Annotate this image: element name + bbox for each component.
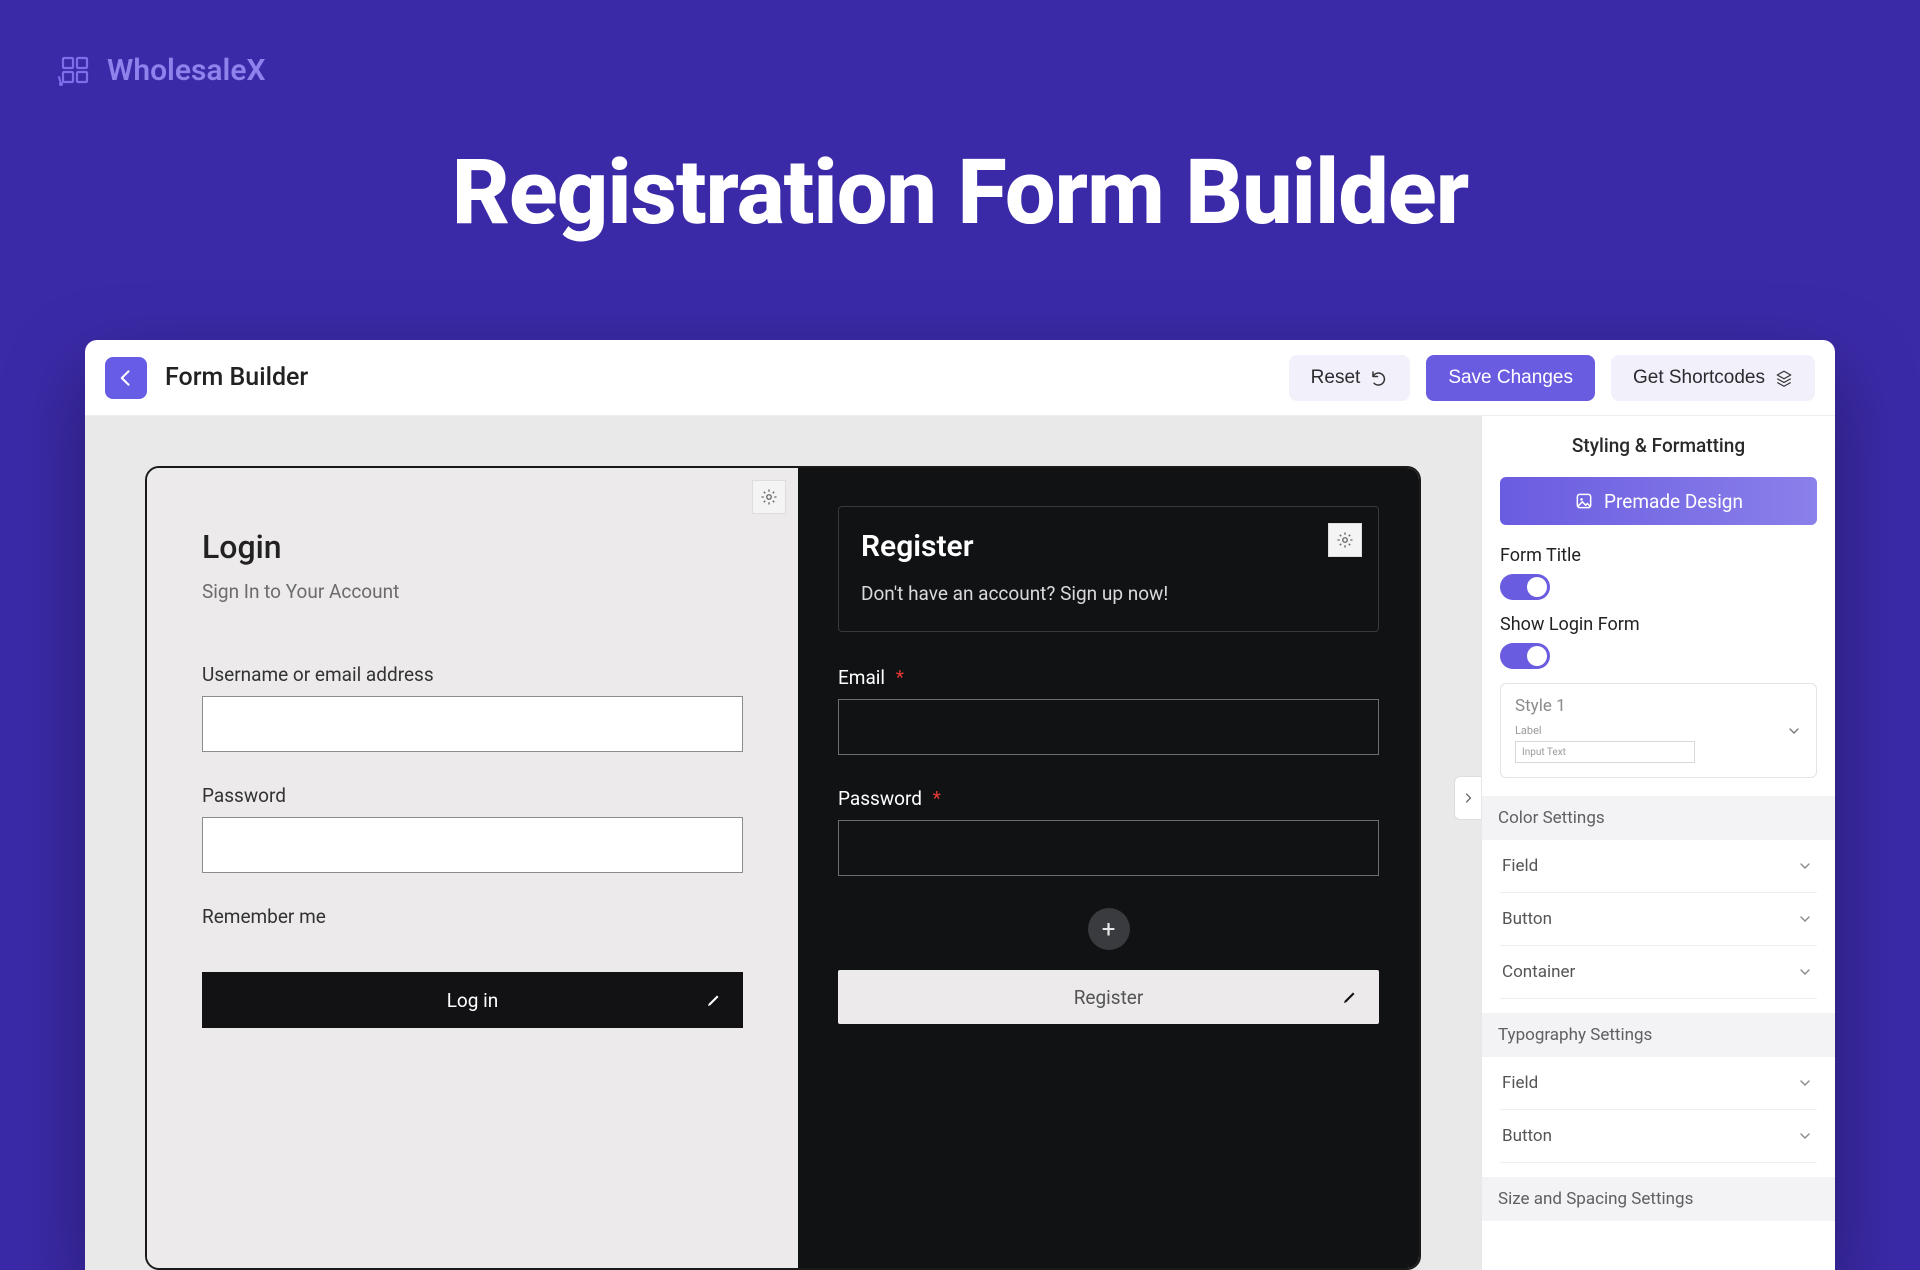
app-window: Form Builder Reset Save Changes Get Shor… xyxy=(85,340,1835,1270)
gear-icon xyxy=(760,488,778,506)
style-mini-input: Input Text xyxy=(1515,741,1695,763)
register-header: Register Don't have an account? Sign up … xyxy=(838,506,1379,632)
login-username-label: Username or email address xyxy=(202,663,743,686)
topbar-actions: Reset Save Changes Get Shortcodes xyxy=(1289,355,1815,401)
login-subtitle: Sign In to Your Account xyxy=(202,580,743,603)
typo-button-item[interactable]: Button xyxy=(1500,1110,1817,1163)
sidebar-heading: Styling & Formatting xyxy=(1482,416,1835,477)
add-field-button[interactable]: + xyxy=(1088,908,1130,950)
edit-register-button-icon[interactable] xyxy=(1341,988,1359,1006)
color-settings-header: Color Settings xyxy=(1482,796,1835,840)
premade-design-button[interactable]: Premade Design xyxy=(1500,477,1817,525)
hero-title: Registration Form Builder xyxy=(0,140,1920,245)
topbar-title: Form Builder xyxy=(165,363,1271,392)
register-email-label: Email * xyxy=(838,666,1379,689)
typo-field-item[interactable]: Field xyxy=(1500,1057,1817,1110)
style-name: Style 1 xyxy=(1515,696,1802,716)
register-subtitle: Don't have an account? Sign up now! xyxy=(861,582,1356,605)
gear-icon xyxy=(1336,531,1354,549)
register-password-label: Password * xyxy=(838,787,1379,810)
register-submit-row: Register xyxy=(838,970,1379,1024)
palette-icon xyxy=(1574,491,1594,511)
back-button[interactable] xyxy=(105,357,147,399)
sidebar-collapse-toggle[interactable] xyxy=(1454,776,1481,820)
chevron-right-icon xyxy=(1462,789,1474,807)
login-password-input[interactable] xyxy=(202,817,743,873)
show-login-toggle[interactable] xyxy=(1500,643,1550,669)
register-submit-button[interactable]: Register xyxy=(838,970,1379,1024)
topbar: Form Builder Reset Save Changes Get Shor… xyxy=(85,340,1835,416)
sidebar: Styling & Formatting Premade Design Form… xyxy=(1481,416,1835,1270)
form-preview: Login Sign In to Your Account Username o… xyxy=(145,466,1421,1270)
chevron-down-icon xyxy=(1786,723,1802,739)
shortcodes-label: Get Shortcodes xyxy=(1633,367,1765,389)
style-mini-label: Label xyxy=(1515,724,1802,737)
chevron-down-icon xyxy=(1797,1075,1813,1091)
register-submit-label: Register xyxy=(1074,986,1144,1009)
register-settings-button[interactable] xyxy=(1328,523,1362,557)
color-button-item[interactable]: Button xyxy=(1500,893,1817,946)
register-panel: Register Don't have an account? Sign up … xyxy=(798,468,1419,1268)
color-field-item[interactable]: Field xyxy=(1500,840,1817,893)
style-select-card[interactable]: Style 1 Label Input Text xyxy=(1500,683,1817,778)
chevron-down-icon xyxy=(1797,911,1813,927)
brand-name: WholesaleX xyxy=(107,53,265,88)
plus-icon: + xyxy=(1102,915,1116,943)
sidebar-inner: Premade Design Form Title Show Login For… xyxy=(1482,477,1835,1221)
layers-icon xyxy=(1775,369,1793,387)
login-submit-label: Log in xyxy=(447,989,499,1012)
login-username-input[interactable] xyxy=(202,696,743,752)
shortcodes-button[interactable]: Get Shortcodes xyxy=(1611,355,1815,401)
typography-settings-header: Typography Settings xyxy=(1482,1013,1835,1057)
color-field-label: Field xyxy=(1502,856,1538,876)
required-mark: * xyxy=(933,787,941,810)
login-password-label: Password xyxy=(202,784,743,807)
premade-label: Premade Design xyxy=(1604,490,1743,513)
form-title-toggle-label: Form Title xyxy=(1500,545,1817,566)
save-label: Save Changes xyxy=(1448,367,1573,389)
size-spacing-settings-header: Size and Spacing Settings xyxy=(1482,1177,1835,1221)
login-settings-button[interactable] xyxy=(752,480,786,514)
edit-login-button-icon[interactable] xyxy=(705,991,723,1009)
pencil-icon xyxy=(1341,988,1359,1006)
reset-label: Reset xyxy=(1311,367,1361,389)
register-title: Register xyxy=(861,529,1356,564)
chevron-down-icon xyxy=(1797,964,1813,980)
register-email-label-text: Email xyxy=(838,666,885,689)
arrow-left-icon xyxy=(116,368,136,388)
app-body: Login Sign In to Your Account Username o… xyxy=(85,416,1835,1270)
register-email-input[interactable] xyxy=(838,699,1379,755)
color-button-label: Button xyxy=(1502,909,1552,929)
login-title: Login xyxy=(202,528,743,566)
required-mark: * xyxy=(896,666,904,689)
color-container-item[interactable]: Container xyxy=(1500,946,1817,999)
canvas: Login Sign In to Your Account Username o… xyxy=(85,416,1481,1270)
chevron-down-icon xyxy=(1797,1128,1813,1144)
typo-button-label: Button xyxy=(1502,1126,1552,1146)
undo-icon xyxy=(1370,369,1388,387)
login-submit-row: Log in xyxy=(202,972,743,1028)
pencil-icon xyxy=(705,991,723,1009)
login-remember-label: Remember me xyxy=(202,905,743,928)
login-submit-button[interactable]: Log in xyxy=(202,972,743,1028)
form-title-toggle[interactable] xyxy=(1500,574,1550,600)
reset-button[interactable]: Reset xyxy=(1289,355,1411,401)
show-login-toggle-label: Show Login Form xyxy=(1500,614,1817,635)
save-button[interactable]: Save Changes xyxy=(1426,355,1595,401)
login-header: Login Sign In to Your Account xyxy=(202,528,743,603)
register-password-input[interactable] xyxy=(838,820,1379,876)
typo-field-label: Field xyxy=(1502,1073,1538,1093)
register-password-label-text: Password xyxy=(838,787,922,810)
brand-logo-icon xyxy=(55,50,95,90)
brand: WholesaleX xyxy=(55,50,265,90)
chevron-down-icon xyxy=(1797,858,1813,874)
color-container-label: Container xyxy=(1502,962,1575,982)
login-panel: Login Sign In to Your Account Username o… xyxy=(147,468,798,1268)
